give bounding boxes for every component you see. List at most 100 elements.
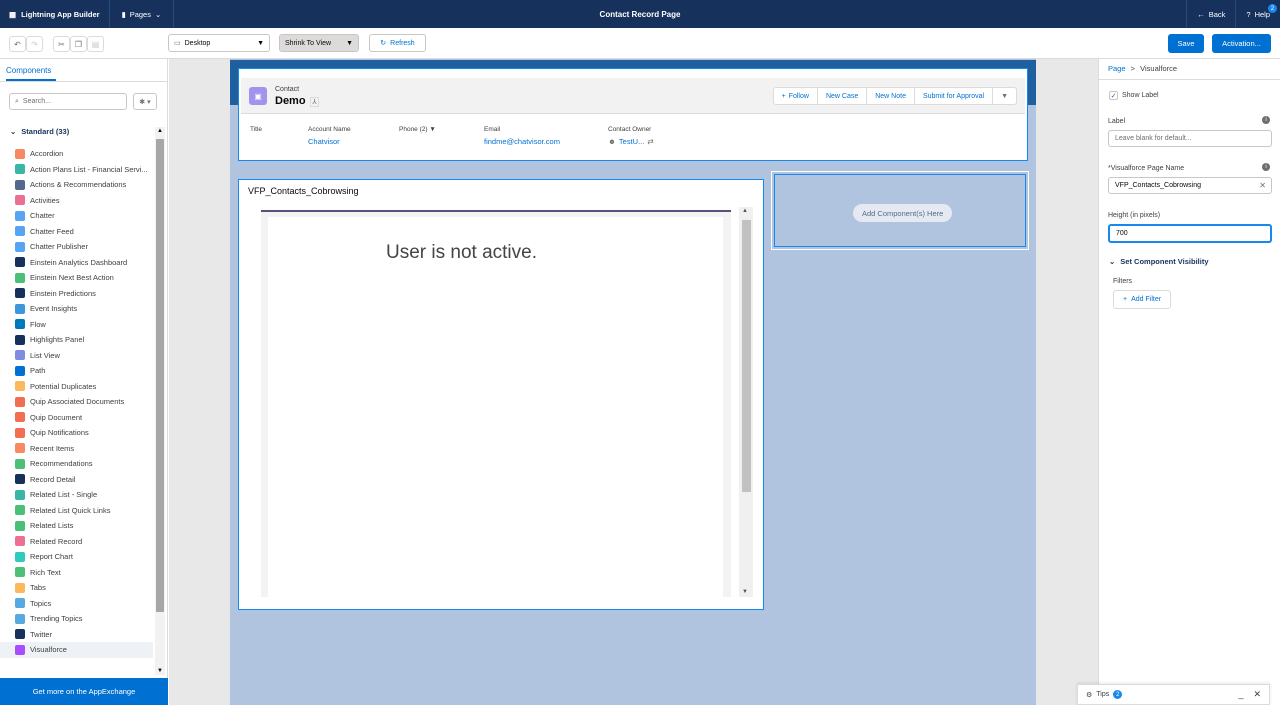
redo-button[interactable]: ↷ [26,36,43,52]
component-label: Accordion [30,149,64,159]
add-filter-button[interactable]: + Add Filter [1113,290,1172,309]
follow-button[interactable]: + Follow [772,87,818,105]
info-icon[interactable]: i [1262,116,1270,124]
list-item[interactable]: Rich Text [0,565,153,581]
list-item[interactable]: Twitter [0,627,153,643]
help-button[interactable]: ? Help 2 [1235,0,1280,28]
new-note-button[interactable]: New Note [866,87,915,105]
height-input[interactable]: 700 [1108,224,1272,243]
list-item[interactable]: Flow [0,317,153,333]
drop-zone[interactable]: Add Component(s) Here [774,174,1026,247]
email-link[interactable]: findme@chatvisor.com [484,137,560,146]
visualforce-component[interactable]: VFP_Contacts_Cobrowsing User is not acti… [238,179,764,610]
page-name-combobox[interactable]: VFP_Contacts_Cobrowsing ✕ [1108,177,1272,194]
device-select[interactable]: ▭ Desktop ▼ [168,34,270,52]
list-item[interactable]: Related Record [0,534,153,550]
component-label: Recent Items [30,443,75,453]
list-item[interactable]: Topics [0,596,153,612]
change-owner-icon[interactable]: ⇄ [647,137,653,146]
visibility-section[interactable]: ⌄ Set Component Visibility [1109,257,1209,266]
more-actions-button[interactable]: ▼ [992,87,1017,105]
search-input[interactable]: ⌕ Search... [9,93,127,110]
checkmark-icon[interactable]: ✓ [1109,91,1118,100]
section-standard[interactable]: ⌄ Standard (33) [10,127,69,136]
activation-button[interactable]: Activation... [1212,34,1271,53]
list-item[interactable]: Related Lists [0,518,153,534]
list-item[interactable]: Record Detail [0,472,153,488]
list-item[interactable]: Chatter Feed [0,224,153,240]
paste-button[interactable]: ▤ [87,36,104,52]
caret-down-icon[interactable]: ▼ [429,126,435,133]
close-icon[interactable]: ✕ [1253,689,1261,700]
pages-menu[interactable]: ▮ Pages ⌄ [110,0,175,28]
cut-button[interactable]: ✂ [53,36,70,52]
list-item[interactable]: Accordion [0,146,153,162]
scroll-up-icon[interactable]: ▲ [742,208,748,214]
copy-button[interactable]: ❐ [70,36,87,52]
app-name: ▦ Lightning App Builder [0,0,110,28]
list-item[interactable]: Chatter Publisher [0,239,153,255]
component-label: Recommendations [30,459,93,469]
highlights-panel[interactable]: ▣ Contact Demo ⅄ + Follow New Case New N… [238,68,1028,161]
back-button[interactable]: ← Back [1186,0,1235,28]
list-item[interactable]: Event Insights [0,301,153,317]
list-item[interactable]: Related List Quick Links [0,503,153,519]
list-item[interactable]: Activities [0,193,153,209]
undo-button[interactable]: ↶ [9,36,26,52]
view-select[interactable]: Shrink To View ▼ [279,34,359,52]
list-item[interactable]: Path [0,363,153,379]
tab-components[interactable]: Components [6,66,51,75]
hierarchy-icon[interactable]: ⅄ [310,97,319,107]
minimize-icon[interactable]: _ [1238,689,1243,700]
breadcrumb-page[interactable]: Page [1108,64,1126,73]
scroll-up-icon[interactable]: ▲ [157,128,163,134]
undo-icon: ↶ [14,39,21,49]
add-components-button[interactable]: Add Component(s) Here [853,204,953,222]
show-label-checkbox[interactable]: ✓ Show Label [1109,91,1159,100]
scroll-down-icon[interactable]: ▼ [742,589,748,595]
list-item[interactable]: Recommendations [0,456,153,472]
account-link[interactable]: Chatvisor [308,137,340,146]
list-item[interactable]: Trending Topics [0,611,153,627]
info-icon[interactable]: i [1262,163,1270,171]
component-icon [15,148,25,159]
scrollbar-thumb[interactable] [156,139,164,612]
list-item[interactable]: Recent Items [0,441,153,457]
owner-link[interactable]: TestU... [619,137,644,146]
component-label: Path [30,366,46,376]
list-item[interactable]: Tabs [0,580,153,596]
list-item[interactable]: Einstein Analytics Dashboard [0,255,153,271]
list-item[interactable]: Action Plans List - Financial Servi... [0,162,153,178]
label-input[interactable]: Leave blank for default... [1108,130,1272,147]
scroll-down-icon[interactable]: ▼ [157,668,163,674]
refresh-button[interactable]: ↻ Refresh [369,34,426,52]
list-item[interactable]: Potential Duplicates [0,379,153,395]
new-case-button[interactable]: New Case [816,87,868,105]
scrollbar[interactable]: ▲ ▼ [155,127,165,675]
refresh-icon: ↻ [380,40,387,47]
list-item[interactable]: Quip Notifications [0,425,153,441]
list-item[interactable]: Einstein Next Best Action [0,270,153,286]
settings-menu-button[interactable]: ✱ ▾ [133,93,157,110]
tips-panel[interactable]: ⚙ Tips 2 _ ✕ [1077,684,1270,705]
list-item[interactable]: Highlights Panel [0,332,153,348]
appexchange-link[interactable]: Get more on the AppExchange [0,678,168,705]
list-item[interactable]: List View [0,348,153,364]
list-item[interactable]: Related List - Single [0,487,153,503]
list-item[interactable]: Einstein Predictions [0,286,153,302]
list-item[interactable]: Chatter [0,208,153,224]
list-item[interactable]: Actions & Recommendations [0,177,153,193]
page-title: Contact Record Page [599,9,681,19]
highlights-header: ▣ Contact Demo ⅄ + Follow New Case New N… [241,78,1025,114]
frame-scrollbar[interactable]: ▲ ▼ [739,207,753,597]
component-label: Einstein Next Best Action [30,273,114,283]
breadcrumb-separator: > [1130,64,1136,73]
clear-icon[interactable]: ✕ [1259,181,1266,190]
list-item[interactable]: Quip Document [0,410,153,426]
list-item[interactable]: Visualforce [0,642,153,658]
submit-approval-button[interactable]: Submit for Approval [913,87,994,105]
list-item[interactable]: Report Chart [0,549,153,565]
frame-scrollbar-thumb[interactable] [742,220,751,492]
list-item[interactable]: Quip Associated Documents [0,394,153,410]
save-button[interactable]: Save [1168,34,1204,53]
